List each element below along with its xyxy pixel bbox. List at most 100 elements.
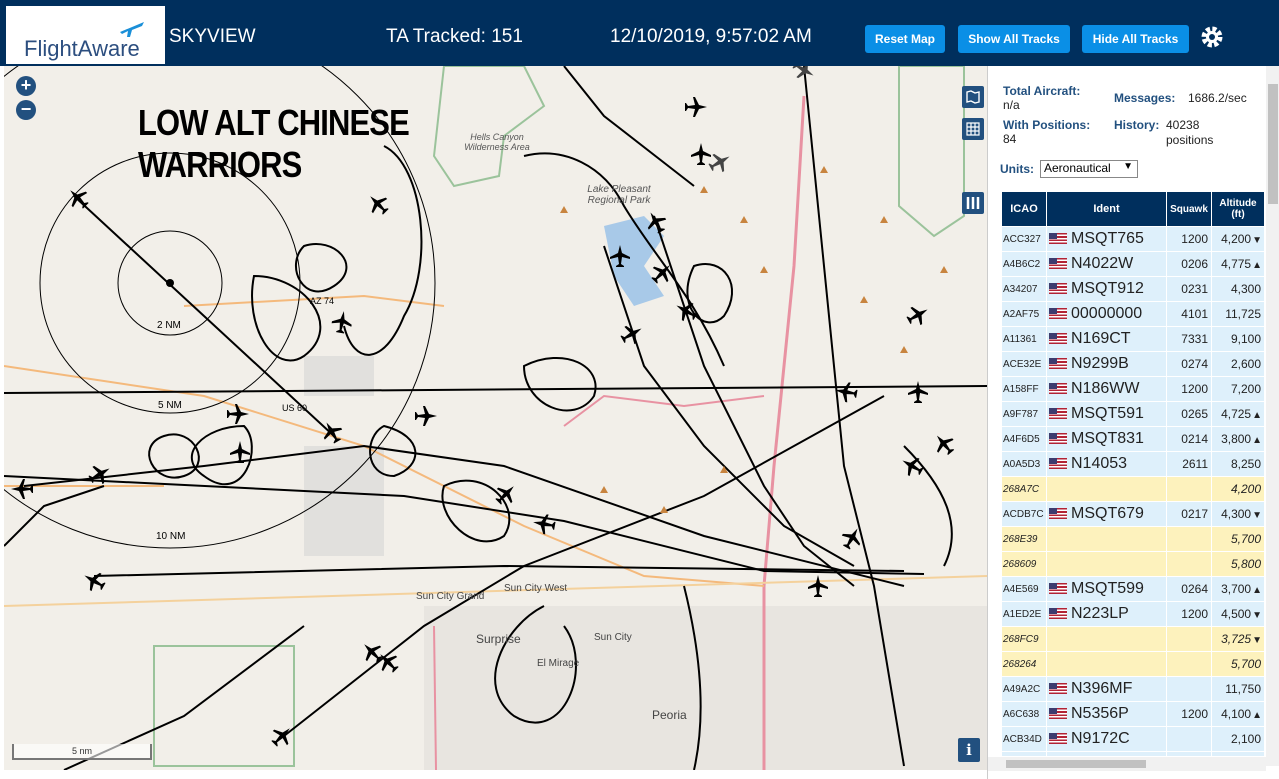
- cell-icao: 268FC9: [1002, 627, 1046, 651]
- us-flag-icon: [1049, 283, 1067, 295]
- table-row[interactable]: ACE32E N9299B 0274 2,600: [1002, 352, 1264, 376]
- table-row[interactable]: A49A2C N396MF 11,750: [1002, 677, 1264, 701]
- us-flag-icon: [1049, 683, 1067, 695]
- table-row[interactable]: 268FC9 3,725▼: [1002, 627, 1264, 651]
- cell-icao: A49A2C: [1002, 677, 1046, 701]
- cell-squawk: [1167, 727, 1211, 751]
- table-row[interactable]: A6C638 N5356P 1200 4,100▲: [1002, 702, 1264, 726]
- cell-altitude: 11,750: [1212, 677, 1264, 701]
- cell-altitude: 2,100: [1212, 727, 1264, 751]
- column-header-altitude[interactable]: Altitude (ft): [1212, 192, 1264, 226]
- scale-bar: 5 nm: [12, 744, 152, 760]
- messages-label: Messages:: [1114, 91, 1176, 105]
- grid-toggle-icon[interactable]: [962, 118, 984, 140]
- altitude-value: 4,200: [1221, 232, 1252, 246]
- table-row[interactable]: A11361 N169CT 7331 9,100: [1002, 327, 1264, 351]
- cell-altitude: 4,100▲: [1212, 702, 1264, 726]
- table-row[interactable]: A4E569 MSQT599 0264 3,700▲: [1002, 577, 1264, 601]
- table-row[interactable]: 268A7C 4,200: [1002, 477, 1264, 501]
- cell-icao: A1ED2E: [1002, 602, 1046, 626]
- cell-icao: A2AF75: [1002, 302, 1046, 326]
- cell-squawk: [1167, 627, 1211, 651]
- cell-icao: ACE32E: [1002, 352, 1046, 376]
- table-row[interactable]: ACB34D N9172C 2,100: [1002, 727, 1264, 751]
- cell-ident: [1047, 652, 1166, 676]
- column-header-icao[interactable]: ICAO: [1002, 192, 1046, 226]
- altitude-trend-icon: ▼: [1252, 235, 1262, 246]
- range-ring-label: 10 NM: [156, 531, 186, 542]
- table-row[interactable]: AB7E59 N84JS 12007,200: [1002, 752, 1264, 756]
- horizontal-scrollbar[interactable]: [988, 757, 1266, 771]
- table-row[interactable]: A4F6D5 MSQT831 0214 3,800▲: [1002, 427, 1264, 451]
- us-flag-icon: [1049, 308, 1067, 320]
- scrollbar-thumb[interactable]: [1006, 760, 1146, 768]
- cell-squawk: 0264: [1167, 577, 1211, 601]
- table-row[interactable]: 268E39 5,700: [1002, 527, 1264, 551]
- show-all-tracks-button[interactable]: Show All Tracks: [958, 25, 1070, 53]
- cell-squawk: 0265: [1167, 402, 1211, 426]
- ident-text: MSQT831: [1071, 430, 1144, 447]
- info-button[interactable]: i: [958, 738, 980, 762]
- table-row[interactable]: ACC327 MSQT765 1200 4,200▼: [1002, 227, 1264, 251]
- cell-altitude: 2,600: [1212, 352, 1264, 376]
- map-view[interactable]: + − LOW ALT CHINESE WARRIORS 2 NM 5 NM 1…: [4, 66, 987, 770]
- us-flag-icon: [1049, 408, 1067, 420]
- cell-squawk: [1167, 677, 1211, 701]
- altitude-trend-icon: ▲: [1252, 585, 1262, 596]
- altitude-value: 4,300: [1230, 282, 1261, 296]
- ident-text: N223LP: [1071, 605, 1129, 622]
- table-row[interactable]: A1ED2E N223LP 1200 4,500▼: [1002, 602, 1264, 626]
- cell-ident: [1047, 552, 1166, 576]
- altitude-trend-icon: ▼: [1252, 635, 1262, 646]
- cell-altitude: 4,500▼: [1212, 602, 1264, 626]
- column-header-squawk[interactable]: Squawk: [1167, 192, 1211, 226]
- column-header-ident[interactable]: Ident: [1047, 192, 1166, 226]
- cell-ident: N4022W: [1047, 252, 1166, 276]
- us-flag-icon: [1049, 258, 1067, 270]
- cell-altitude: 3,800▲: [1212, 427, 1264, 451]
- altitude-value: 7,200: [1230, 382, 1261, 396]
- zoom-out-button[interactable]: −: [16, 100, 36, 120]
- table-row[interactable]: 268264 5,700: [1002, 652, 1264, 676]
- cell-icao: A4E569: [1002, 577, 1046, 601]
- ident-text: MSQT679: [1071, 505, 1144, 522]
- units-select[interactable]: Aeronautical ▼: [1040, 160, 1138, 178]
- panel-toggle-icon[interactable]: [962, 192, 984, 214]
- flightaware-logo[interactable]: FlightAware: [6, 6, 165, 64]
- place-label: Sun City West: [504, 583, 568, 594]
- ident-text: N9172C: [1071, 730, 1130, 747]
- table-row[interactable]: A0A5D3 N14053 2611 8,250: [1002, 452, 1264, 476]
- ident-text: MSQT765: [1071, 230, 1144, 247]
- map-layers-icon[interactable]: [962, 86, 984, 108]
- us-flag-icon: [1049, 708, 1067, 720]
- ident-text: N186WW: [1071, 380, 1140, 397]
- ident-text: N9299B: [1071, 355, 1129, 372]
- table-row[interactable]: A9F787 MSQT591 0265 4,725▲: [1002, 402, 1264, 426]
- table-row[interactable]: A4B6C2 N4022W 0206 4,775▲: [1002, 252, 1264, 276]
- gear-icon[interactable]: [1199, 24, 1225, 50]
- table-row[interactable]: ACDB7C MSQT679 0217 4,300▼: [1002, 502, 1264, 526]
- altitude-value: 2,100: [1230, 732, 1261, 746]
- zoom-in-button[interactable]: +: [16, 76, 36, 96]
- cell-squawk: 1200: [1167, 602, 1211, 626]
- overlay-annotation: LOW ALT CHINESE WARRIORS: [138, 102, 410, 186]
- hide-all-tracks-button[interactable]: Hide All Tracks: [1082, 25, 1189, 53]
- cell-altitude: 4,775▲: [1212, 252, 1264, 276]
- table-row[interactable]: 268609 5,800: [1002, 552, 1264, 576]
- columns-icon: [966, 197, 980, 209]
- cell-squawk: 0274: [1167, 352, 1211, 376]
- vertical-scrollbar[interactable]: [1266, 66, 1279, 766]
- us-flag-icon: [1049, 383, 1067, 395]
- altitude-value: 4,300: [1221, 507, 1252, 521]
- table-row[interactable]: A34207 MSQT912 0231 4,300: [1002, 277, 1264, 301]
- cell-squawk: 1200: [1167, 377, 1211, 401]
- aircraft-table: ICAO Ident Squawk Altitude (ft) ACC327 MS…: [1001, 191, 1265, 756]
- scrollbar-thumb[interactable]: [1268, 84, 1278, 204]
- cell-icao: A34207: [1002, 277, 1046, 301]
- cell-ident: MSQT765: [1047, 227, 1166, 251]
- table-row[interactable]: A158FF N186WW 1200 7,200: [1002, 377, 1264, 401]
- overlay-title-line1: LOW ALT CHINESE: [138, 102, 410, 143]
- table-row[interactable]: A2AF75 00000000 4101 11,725: [1002, 302, 1264, 326]
- cell-ident: N186WW: [1047, 377, 1166, 401]
- reset-map-button[interactable]: Reset Map: [865, 25, 945, 53]
